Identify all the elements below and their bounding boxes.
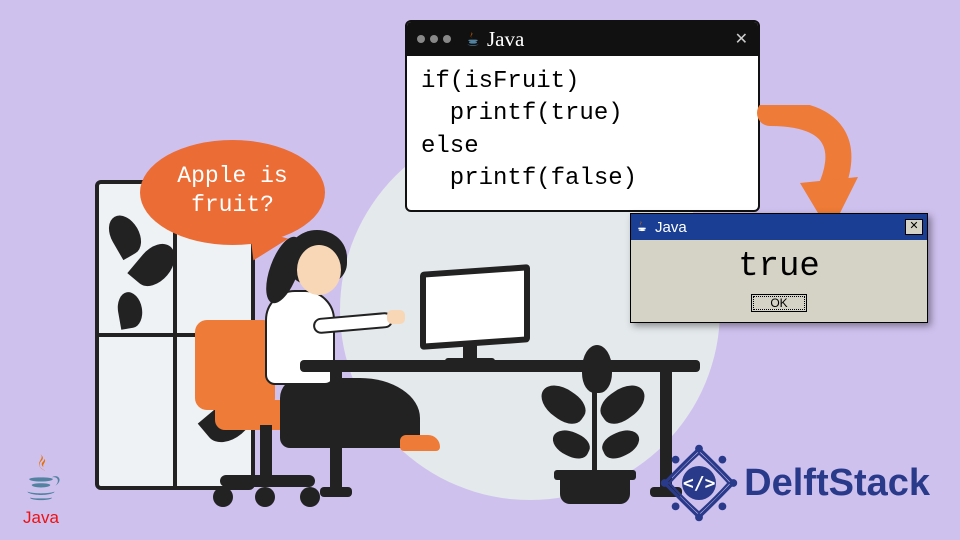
code-body: if(isFruit) printf(true) else printf(fal… xyxy=(407,56,758,210)
speech-text: Apple is fruit? xyxy=(177,163,287,218)
code-line: else xyxy=(421,133,479,160)
delftstack-logo: </> DelftStack xyxy=(660,444,930,522)
delftstack-emblem-icon: </> xyxy=(660,444,738,522)
plant-leaf xyxy=(582,345,612,393)
java-dialog: Java ✕ true OK xyxy=(630,213,928,323)
java-icon xyxy=(635,220,649,234)
code-window-title: Java xyxy=(487,27,729,52)
close-icon[interactable]: ✕ xyxy=(905,219,923,235)
speech-bubble: Apple is fruit? xyxy=(140,140,325,245)
delftstack-label: DelftStack xyxy=(744,462,930,505)
desk xyxy=(300,360,700,372)
monitor-base xyxy=(445,358,495,364)
close-icon[interactable]: ✕ xyxy=(735,29,748,49)
desk-leg xyxy=(330,372,342,497)
monitor xyxy=(420,264,530,350)
code-line: printf(false) xyxy=(421,165,637,192)
plant xyxy=(592,378,597,478)
ok-button[interactable]: OK xyxy=(751,294,806,312)
code-line: printf(true) xyxy=(421,100,623,127)
dialog-title: Java xyxy=(655,219,687,236)
plant-pot xyxy=(560,478,630,504)
code-brackets-icon: </> xyxy=(682,466,716,500)
java-logo: Java xyxy=(18,452,64,528)
dialog-titlebar: Java ✕ xyxy=(631,214,927,240)
java-cup-icon xyxy=(18,452,64,506)
window-traffic-lights xyxy=(417,35,451,43)
java-logo-label: Java xyxy=(18,508,64,528)
code-window: Java ✕ if(isFruit) printf(true) else pri… xyxy=(405,20,760,212)
java-icon xyxy=(465,31,481,47)
code-line: if(isFruit) xyxy=(421,68,579,95)
dialog-message: true xyxy=(631,240,927,290)
code-window-titlebar: Java ✕ xyxy=(407,22,758,56)
